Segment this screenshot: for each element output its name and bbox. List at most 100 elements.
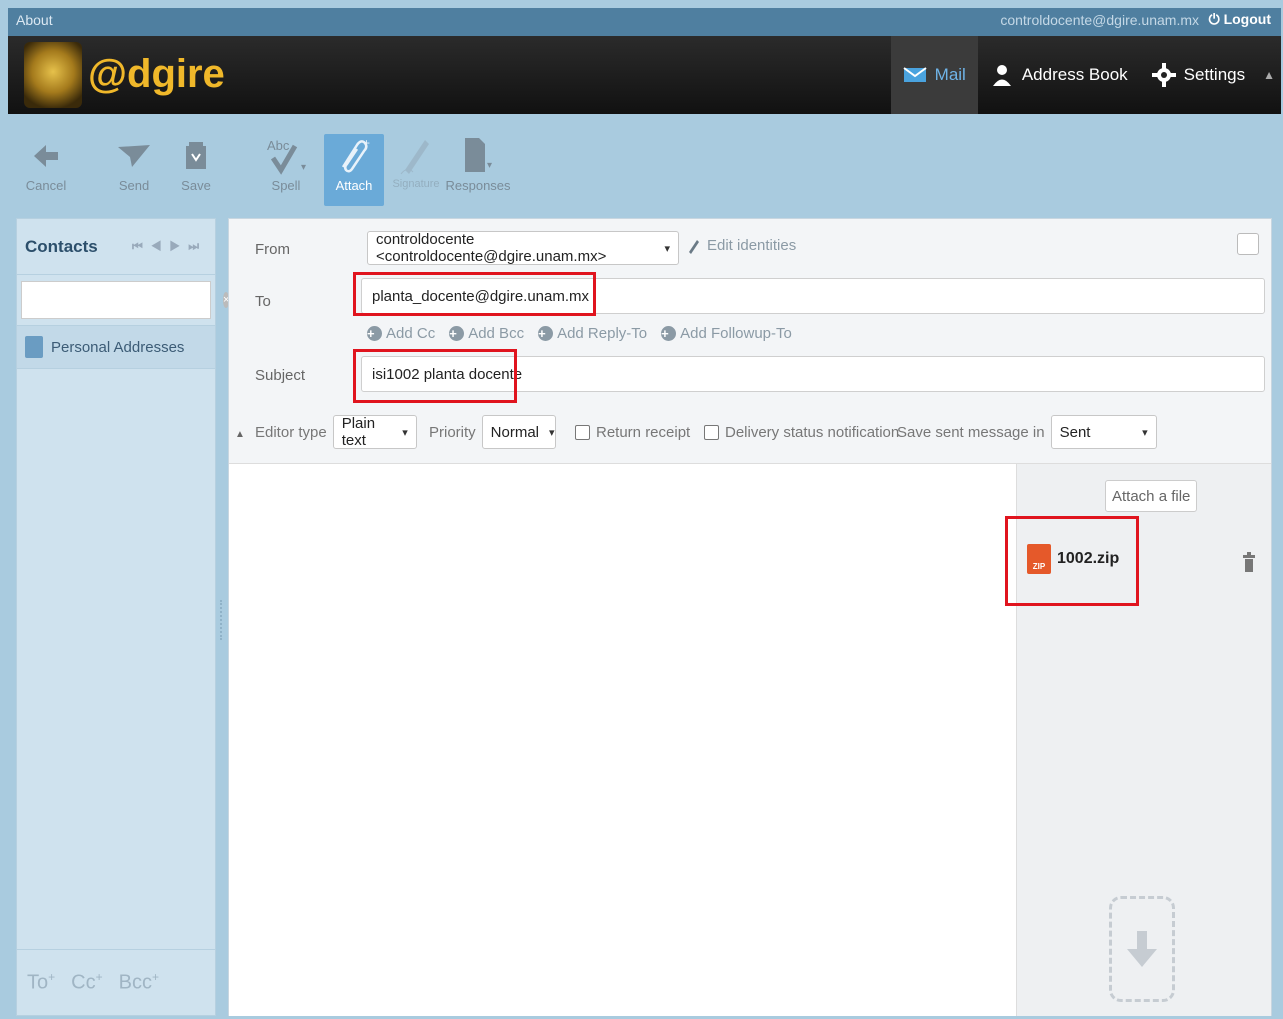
signature-label: Signature <box>392 178 440 190</box>
save-label: Save <box>181 178 211 193</box>
document-icon: ▾ <box>461 134 495 178</box>
task-addressbook[interactable]: Address Book <box>978 36 1140 114</box>
subject-highlight-box <box>353 349 517 403</box>
compose-options: ▲ Editor type Plain text ▾ Priority Norma… <box>229 415 1271 459</box>
edit-identities-label: Edit identities <box>707 237 797 254</box>
addressbook-personal-label: Personal Addresses <box>51 338 185 356</box>
add-bcc-link[interactable]: + Add Bcc <box>449 325 524 342</box>
top-line: About controldocente@dgire.unam.mx ⏻ Log… <box>8 8 1281 36</box>
popout-icon[interactable] <box>1237 233 1259 255</box>
add-reply-to-link[interactable]: + Add Reply-To <box>538 325 647 342</box>
return-receipt-option[interactable]: Return receipt <box>575 415 690 449</box>
collapse-header-icon[interactable]: ▲ <box>1257 36 1281 114</box>
compose-toolbar: Cancel Send Save Abc ▾ Spell + Attach Sig… <box>8 114 1281 214</box>
chevron-down-icon: ▾ <box>1142 426 1148 439</box>
add-followup-to-link[interactable]: + Add Followup-To <box>661 325 792 342</box>
priority-select[interactable]: Normal ▾ <box>481 415 556 449</box>
spell-label: Spell <box>271 178 301 193</box>
download-arrow-icon <box>1127 931 1157 967</box>
to-label: To <box>255 293 271 310</box>
save-button[interactable]: Save <box>166 134 226 206</box>
contacts-header: Contacts ⏮◀▶⏭ <box>17 219 215 275</box>
pen-icon <box>399 134 433 178</box>
from-value: controldocente <controldocente@dgire.una… <box>376 231 607 265</box>
task-settings[interactable]: Settings <box>1140 36 1257 114</box>
header: @dgire Mail Address Book Settings ▲ <box>8 36 1281 114</box>
plus-circle-icon: + <box>661 326 677 341</box>
pagination-arrows-icon[interactable]: ⏮◀▶⏭ <box>132 239 207 254</box>
trash-icon[interactable] <box>1243 552 1255 572</box>
attach-file-button[interactable]: Attach a file <box>1105 480 1198 512</box>
logout-button[interactable]: ⏻ Logout <box>1209 11 1271 28</box>
send-label: Send <box>118 178 150 193</box>
signature-button[interactable]: Signature <box>386 134 446 206</box>
contacts-footer: To+ Cc+ Bcc+ <box>17 949 215 1015</box>
cancel-button[interactable]: Cancel <box>16 134 76 206</box>
editor-type-option: Editor type Plain text ▾ <box>255 415 417 449</box>
insert-bcc-button[interactable]: Bcc+ <box>119 970 159 995</box>
save-sent-option: Save sent message in Sent ▾ <box>897 415 1157 449</box>
send-icon <box>116 134 152 178</box>
priority-label: Priority <box>429 423 476 441</box>
from-label: From <box>255 241 290 258</box>
plus-circle-icon: + <box>367 326 382 341</box>
add-header-links: + Add Cc + Add Bcc + Add Reply-To + Add Foll… <box>367 325 792 342</box>
send-button[interactable]: Send <box>104 134 164 206</box>
return-receipt-label: Return receipt <box>596 423 691 441</box>
dsn-checkbox[interactable] <box>704 424 719 440</box>
envelope-icon <box>903 67 927 82</box>
contacts-search-input[interactable] <box>36 292 217 308</box>
attach-label: Attach <box>335 178 373 193</box>
contacts-title: Contacts <box>25 236 98 256</box>
subject-label: Subject <box>255 367 306 384</box>
chevron-down-icon: ▾ <box>664 242 670 255</box>
drop-zone[interactable] <box>1109 896 1175 1002</box>
plus-circle-icon: + <box>449 326 465 341</box>
panel-splitter[interactable] <box>220 600 226 640</box>
attachments-pane: Attach a file ZIP 1002.zip <box>1005 463 1271 1016</box>
insert-cc-button[interactable]: Cc+ <box>71 970 102 995</box>
paperclip-icon: + <box>335 134 373 178</box>
svg-text:▾: ▾ <box>301 162 306 173</box>
add-cc-link[interactable]: + Add Cc <box>367 325 435 342</box>
unam-seal-logo <box>24 42 82 108</box>
power-icon: ⏻ <box>1208 11 1220 27</box>
attachment-highlight-box <box>1005 516 1139 606</box>
logo-text: @dgire <box>88 52 225 96</box>
message-body-editor[interactable] <box>229 463 1016 1016</box>
spell-button[interactable]: Abc ▾ Spell <box>256 134 316 206</box>
editor-type-select[interactable]: Plain text ▾ <box>332 415 417 449</box>
svg-text:Abc: Abc <box>267 138 290 153</box>
svg-text:▾: ▾ <box>487 160 492 171</box>
responses-button[interactable]: ▾ Responses <box>445 134 511 206</box>
task-settings-label: Settings <box>1183 65 1246 84</box>
about-link[interactable]: About <box>16 12 53 28</box>
addressbook-personal[interactable]: Personal Addresses <box>17 325 215 369</box>
username: controldocente@dgire.unam.mx <box>1000 12 1199 28</box>
to-highlight-box <box>353 272 596 316</box>
collapse-options-icon[interactable]: ▲ <box>235 429 245 440</box>
person-icon <box>992 65 1011 86</box>
task-mail-label: Mail <box>934 65 966 84</box>
logout-label: Logout <box>1223 11 1271 27</box>
save-sent-select[interactable]: Sent ▾ <box>1050 415 1157 449</box>
edit-identities-link[interactable]: Edit identities <box>687 237 796 254</box>
svg-text:+: + <box>363 137 370 150</box>
dsn-option[interactable]: Delivery status notification <box>704 415 899 449</box>
priority-option: Priority Normal ▾ <box>429 415 556 449</box>
contacts-search: × <box>21 281 230 319</box>
addressbook-icon <box>25 336 43 358</box>
plus-circle-icon: + <box>538 326 554 341</box>
chevron-down-icon: ▾ <box>549 426 555 439</box>
gear-icon <box>1151 63 1176 87</box>
attach-button[interactable]: + Attach <box>324 134 384 206</box>
responses-label: Responses <box>445 178 511 193</box>
from-select[interactable]: controldocente <controldocente@dgire.una… <box>367 231 679 265</box>
task-menu: Mail Address Book Settings ▲ <box>890 36 1281 114</box>
task-addressbook-label: Address Book <box>1021 65 1128 84</box>
task-mail[interactable]: Mail <box>890 36 978 114</box>
spellcheck-icon: Abc ▾ <box>263 134 309 178</box>
insert-to-button[interactable]: To+ <box>27 970 55 995</box>
return-receipt-checkbox[interactable] <box>575 424 590 440</box>
back-arrow-icon <box>32 134 60 178</box>
